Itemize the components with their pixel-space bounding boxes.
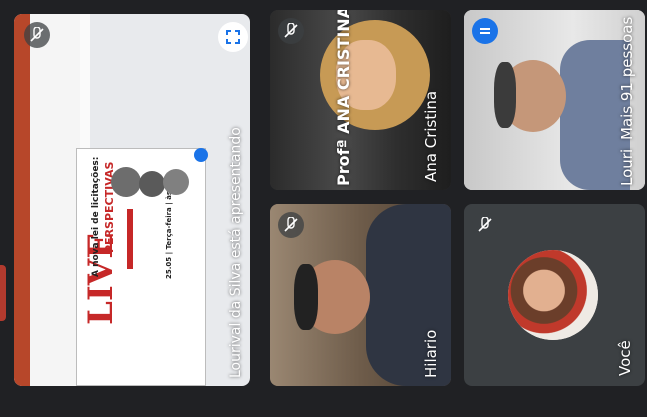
presenter-label: Lourival da Silva está apresentando — [228, 127, 244, 378]
fullscreen-icon — [226, 30, 240, 44]
ana-backdrop-text: Profª ANA CRISTINA — [334, 10, 353, 186]
self-avatar — [508, 250, 598, 340]
fullscreen-button[interactable] — [218, 22, 248, 52]
mic-off-icon — [24, 22, 50, 48]
participant-tile-hilario[interactable]: Hilario — [270, 204, 451, 386]
slide-marker-icon — [194, 148, 208, 162]
mic-off-icon — [278, 18, 304, 44]
slide-canvas: LIVE A nova lei de licitações: PERSPECTI… — [76, 148, 206, 386]
speaker-photo-2 — [139, 171, 165, 197]
participant-tile-ana[interactable]: Profª ANA CRISTINA Ana Cristina — [270, 10, 451, 190]
speaker-photo-1 — [111, 167, 141, 197]
mic-off-icon — [472, 212, 498, 238]
participant-name: Você — [616, 340, 634, 376]
participant-name: Hilario — [422, 329, 440, 378]
ppt-title-bar — [14, 14, 30, 386]
participant-tile-louri[interactable]: Louri Mais 91 pessoas — [464, 10, 645, 190]
speaking-icon — [472, 18, 498, 44]
more-participants-label[interactable]: Mais 91 pessoas — [618, 17, 636, 140]
hilario-hair — [294, 264, 318, 330]
mic-off-icon — [278, 212, 304, 238]
participant-name: Louri — [618, 148, 636, 186]
participant-tile-you[interactable]: Você — [464, 204, 645, 386]
louri-hair — [494, 62, 516, 128]
participant-name: Ana Cristina — [422, 90, 440, 182]
presentation-tile[interactable]: LIVE A nova lei de licitações: PERSPECTI… — [14, 14, 250, 386]
slide-red-band — [127, 209, 133, 269]
speaker-photo-3 — [163, 169, 189, 195]
side-panel-handle[interactable] — [0, 265, 6, 321]
slide-title-line1: A nova lei de licitações: — [91, 156, 101, 277]
ppt-ribbon — [30, 14, 81, 386]
